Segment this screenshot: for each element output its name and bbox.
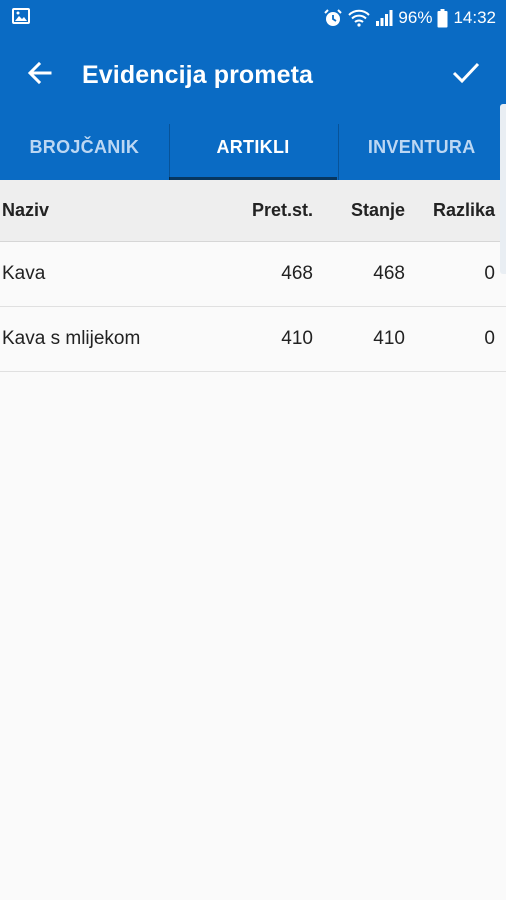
battery-icon <box>437 8 448 28</box>
cell-razlika: 0 <box>484 263 495 284</box>
cell-razlika: 0 <box>484 328 495 349</box>
cell-pret-st: 410 <box>281 328 313 349</box>
header-pret-st[interactable]: Pret.st. <box>225 200 313 221</box>
check-icon <box>452 61 480 90</box>
tab-bar: BROJČANIK ARTIKLI INVENTURA <box>0 114 506 180</box>
cell-naziv: Kava <box>2 263 46 284</box>
table-header: Naziv Pret.st. Stanje Razlika <box>0 180 506 242</box>
tab-artikli[interactable]: ARTIKLI <box>168 114 338 180</box>
status-bar: 96% 14:32 <box>0 0 506 36</box>
table-row[interactable]: Kava s mlijekom 410 410 0 <box>0 307 506 372</box>
tab-inventura[interactable]: INVENTURA <box>337 114 506 180</box>
scroll-indicator[interactable] <box>500 104 506 274</box>
cell-stanje: 410 <box>373 328 405 349</box>
arrow-back-icon <box>27 60 53 91</box>
back-button[interactable] <box>12 47 68 103</box>
cell-stanje: 468 <box>373 263 405 284</box>
tab-divider <box>169 124 170 180</box>
tab-divider <box>338 124 339 180</box>
page-title: Evidencija prometa <box>82 60 314 89</box>
app-bar: Evidencija prometa <box>0 36 506 114</box>
alarm-icon <box>323 8 343 28</box>
confirm-button[interactable] <box>438 47 494 103</box>
clock-time: 14:32 <box>453 8 496 27</box>
signal-icon <box>375 9 393 27</box>
cell-pret-st: 468 <box>281 263 313 284</box>
image-icon <box>12 7 30 29</box>
wifi-icon <box>348 9 371 27</box>
tab-brojcanik[interactable]: BROJČANIK <box>0 114 169 180</box>
table-row[interactable]: Kava 468 468 0 <box>0 242 506 307</box>
header-naziv[interactable]: Naziv <box>0 200 225 221</box>
header-razlika[interactable]: Razlika <box>405 200 495 221</box>
cell-naziv: Kava s mlijekom <box>2 328 141 349</box>
battery-percent: 96% <box>398 8 433 27</box>
header-stanje[interactable]: Stanje <box>313 200 405 221</box>
